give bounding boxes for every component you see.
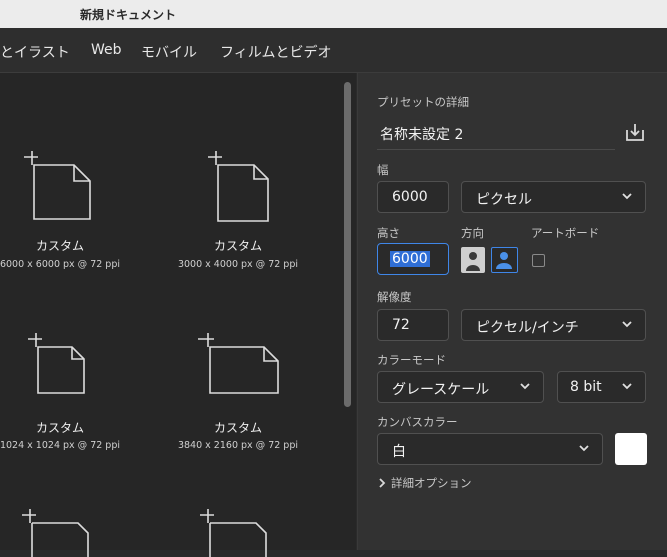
preset-name-field[interactable]: 名称未設定 2 bbox=[380, 124, 463, 144]
artboard-checkbox[interactable] bbox=[532, 254, 545, 267]
preset-grid: カスタム 6000 x 6000 px @ 72 ppi カスタム 3000 x… bbox=[0, 73, 356, 557]
orientation-label: 方向 bbox=[461, 226, 484, 240]
width-input[interactable]: 6000 bbox=[377, 181, 449, 213]
preset-name: カスタム bbox=[35, 239, 84, 253]
color-mode-select[interactable]: グレースケール bbox=[377, 371, 544, 403]
preset-size: 3840 x 2160 px @ 72 ppi bbox=[177, 440, 299, 451]
chevron-down-icon bbox=[579, 445, 589, 452]
chevron-down-icon bbox=[520, 383, 530, 390]
category-tabs: とイラスト Web モバイル フィルムとビデオ bbox=[0, 28, 667, 73]
advanced-options-label: 詳細オプション bbox=[391, 476, 472, 490]
chevron-down-icon bbox=[622, 193, 632, 200]
width-label: 幅 bbox=[377, 163, 389, 177]
resolution-label: 解像度 bbox=[377, 290, 412, 304]
preset-name: カスタム bbox=[213, 239, 262, 253]
bit-depth-select[interactable]: 8 bit bbox=[557, 371, 646, 403]
title-bar: 新規ドキュメント bbox=[0, 0, 667, 28]
document-icon bbox=[28, 333, 85, 394]
tab-film-video[interactable]: フィルムとビデオ bbox=[220, 42, 331, 62]
preset-size: 3000 x 4000 px @ 72 ppi bbox=[177, 259, 299, 270]
landscape-button[interactable] bbox=[491, 247, 518, 273]
section-title: プリセットの詳細 bbox=[377, 95, 469, 109]
tab-illustration[interactable]: とイラスト bbox=[0, 42, 70, 62]
landscape-icon bbox=[496, 252, 512, 269]
preset-name-underline bbox=[377, 149, 615, 150]
document-icon bbox=[208, 151, 269, 222]
tab-mobile[interactable]: モバイル bbox=[141, 42, 197, 62]
color-mode-label: カラーモード bbox=[377, 353, 446, 367]
portrait-icon bbox=[466, 252, 480, 271]
height-label: 高さ bbox=[377, 226, 400, 240]
preset-name: カスタム bbox=[35, 421, 84, 435]
save-preset-icon[interactable] bbox=[624, 121, 646, 143]
resolution-input[interactable]: 72 bbox=[377, 309, 449, 341]
canvas-color-swatch[interactable] bbox=[615, 433, 647, 465]
height-input[interactable]: 6000 bbox=[377, 243, 449, 275]
canvas-color-label: カンバスカラー bbox=[377, 415, 458, 429]
preset-size: 1024 x 1024 px @ 72 ppi bbox=[0, 440, 121, 451]
window-title: 新規ドキュメント bbox=[80, 8, 177, 22]
resolution-unit-select[interactable]: ピクセル/インチ bbox=[461, 309, 646, 341]
preset-scrollbar[interactable] bbox=[344, 82, 351, 407]
document-icon bbox=[24, 151, 91, 220]
tab-web[interactable]: Web bbox=[91, 42, 122, 58]
chevron-right-icon bbox=[379, 478, 386, 488]
chevron-down-icon bbox=[622, 383, 632, 390]
document-icon bbox=[198, 333, 279, 394]
preset-name: カスタム bbox=[213, 421, 262, 435]
canvas-color-select[interactable]: 白 bbox=[377, 433, 603, 465]
preset-size: 6000 x 6000 px @ 72 ppi bbox=[0, 259, 121, 270]
artboard-label: アートボード bbox=[531, 226, 600, 240]
portrait-button[interactable] bbox=[461, 247, 485, 273]
unit-select[interactable]: ピクセル bbox=[461, 181, 646, 213]
chevron-down-icon bbox=[622, 321, 632, 328]
